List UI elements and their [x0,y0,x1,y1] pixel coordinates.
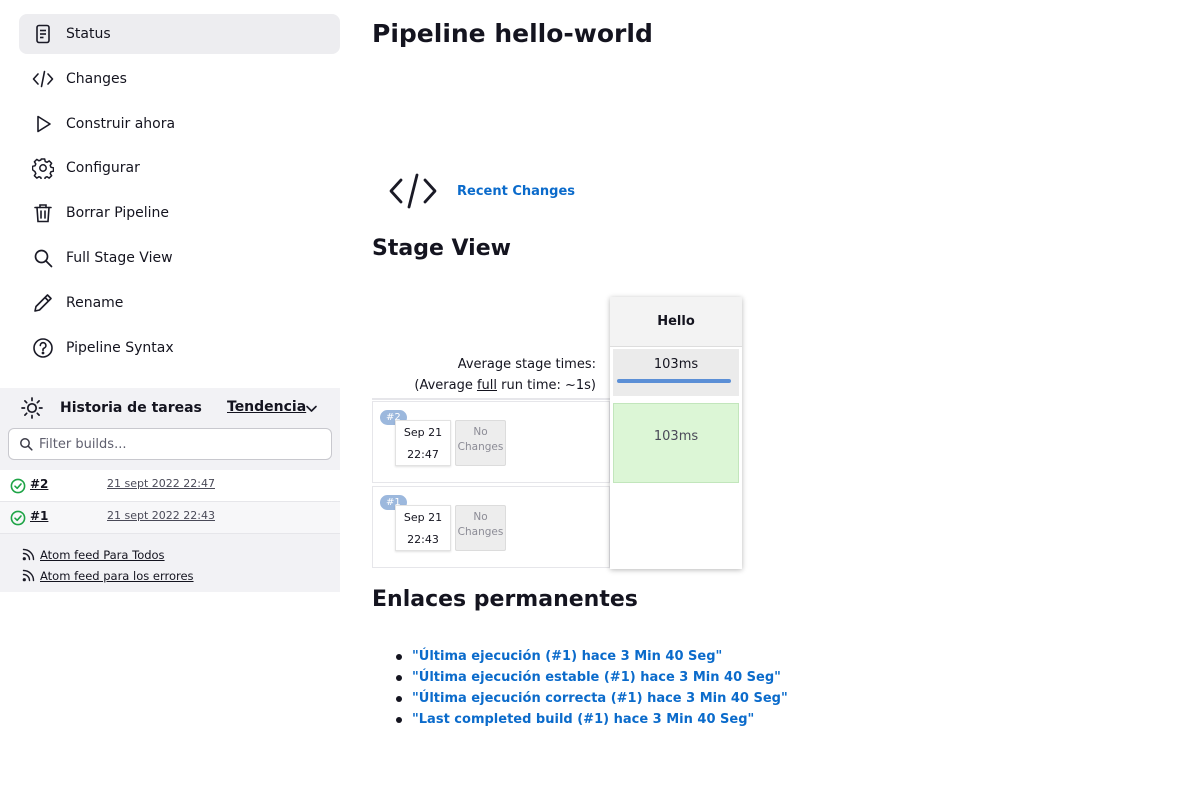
run-changes[interactable]: No Changes [455,505,506,551]
search-icon [32,247,54,269]
avg-full-prefix: (Average [414,378,477,393]
stage-average-time: 103ms [653,357,699,372]
build-history-title: Historia de tareas [60,400,202,416]
chevron-down-icon[interactable] [305,402,318,415]
build-date-link[interactable]: 21 sept 2022 22:43 [107,509,215,522]
feeds: Atom feed Para Todos Atom feed para los … [0,534,340,592]
list-item: "Última ejecución (#1) hace 3 Min 40 Seg… [396,646,788,667]
pencil-icon [32,292,54,314]
stage-header: Hello [610,297,742,347]
sidebar-item-label: Pipeline Syntax [66,339,174,356]
build-history-header: Historia de tareas Tendencia [0,388,340,428]
avg-full-suffix: run time: ~1s) [497,378,596,393]
permalink-last-build[interactable]: "Última ejecución (#1) hace 3 Min 40 Seg… [412,649,722,664]
run-changes-line2: Changes [457,441,504,453]
help-icon [32,337,54,359]
play-icon [32,113,54,135]
run-date-day: Sep 21 [403,426,443,439]
trash-icon [32,202,54,224]
build-date-link[interactable]: 21 sept 2022 22:47 [107,477,215,490]
sidebar-item-changes[interactable]: Changes [19,59,340,99]
run-changes-line1: No [473,426,488,438]
status-icon [32,23,54,45]
stage-cell-success[interactable]: 103ms [613,403,739,483]
rss-icon [22,569,35,582]
page-title: Pipeline hello-world [372,19,653,48]
permalinks-title: Enlaces permanentes [372,587,638,612]
run-changes-line1: No [473,511,488,523]
sidebar-item-full-stage-view[interactable]: Full Stage View [19,238,340,278]
filter-builds-box [8,428,332,460]
success-check-icon [10,510,26,526]
stage-view-title: Stage View [372,236,511,261]
recent-changes: Recent Changes [389,172,575,210]
run-date-time: 22:43 [407,533,439,546]
avg-full-word: full [476,378,498,393]
run-date-day: Sep 21 [403,511,443,524]
sidebar-nav: Status Changes Construir ahora Configura… [19,14,340,372]
avg-stage-times-label: Average stage times: [457,357,596,372]
code-icon [389,172,437,210]
sidebar-item-configure[interactable]: Configurar [19,148,340,188]
list-item: "Última ejecución estable (#1) hace 3 Mi… [396,667,788,688]
stage-column-hello: Hello 103ms 103ms [610,297,742,569]
build-row[interactable]: #2 21 sept 2022 22:47 [0,470,340,502]
run-changes-line2: Changes [457,526,504,538]
average-times-label: Average stage times: (Average full run t… [372,354,596,396]
run-row-2: #2 Sep 21 22:47 No Changes [372,401,610,483]
feed-failures: Atom feed para los errores [0,565,340,586]
recent-changes-link[interactable]: Recent Changes [457,184,575,199]
build-row[interactable]: #1 21 sept 2022 22:43 [0,502,340,534]
avg-full-run-label: (Average full run time: ~1s) [372,375,596,396]
permalinks-list: "Última ejecución (#1) hace 3 Min 40 Seg… [396,646,788,730]
sidebar-item-label: Status [66,26,111,42]
permalink-last-completed[interactable]: "Last completed build (#1) hace 3 Min 40… [412,712,754,727]
run-date: Sep 21 22:47 [395,420,451,466]
code-icon [32,68,54,90]
bullet [396,653,402,660]
feed-all: Atom feed Para Todos [0,544,340,565]
list-item: "Last completed build (#1) hace 3 Min 40… [396,709,788,730]
permalink-last-successful[interactable]: "Última ejecución correcta (#1) hace 3 M… [412,691,788,706]
search-icon [19,437,33,451]
run-changes[interactable]: No Changes [455,420,506,466]
atom-feed-failures-link[interactable]: Atom feed para los errores [40,569,194,583]
sidebar-item-label: Changes [66,70,127,87]
sidebar-item-label: Rename [66,294,124,311]
bullet [396,674,402,681]
build-number-link[interactable]: #1 [30,509,48,523]
sidebar-item-label: Configurar [66,160,140,177]
sidebar-item-label: Construir ahora [66,115,176,132]
sidebar-item-build-now[interactable]: Construir ahora [19,104,340,144]
sidebar-item-status[interactable]: Status [19,14,340,54]
sidebar-item-label: Borrar Pipeline [66,205,170,222]
atom-feed-all-link[interactable]: Atom feed Para Todos [40,548,165,562]
sidebar-item-rename[interactable]: Rename [19,283,340,323]
build-number-link[interactable]: #2 [30,477,48,491]
weather-sun-icon [21,397,43,419]
permalink-last-stable[interactable]: "Última ejecución estable (#1) hace 3 Mi… [412,670,781,685]
sidebar-item-delete-pipeline[interactable]: Borrar Pipeline [19,193,340,233]
run-row-1: #1 Sep 21 22:43 No Changes [372,486,610,568]
gear-icon [32,157,54,180]
bullet [396,695,402,702]
sidebar-item-label: Full Stage View [66,249,173,266]
list-item: "Última ejecución correcta (#1) hace 3 M… [396,688,788,709]
success-check-icon [10,478,26,494]
run-date-time: 22:47 [407,448,439,461]
stage-average-bar [617,379,731,383]
divider [372,398,610,400]
trend-link[interactable]: Tendencia [227,399,306,415]
filter-container [0,428,340,470]
stage-average: 103ms [613,349,739,396]
rss-icon [22,548,35,561]
build-history: Historia de tareas Tendencia #2 21 sept … [0,388,340,592]
run-date: Sep 21 22:43 [395,505,451,551]
bullet [396,716,402,723]
filter-builds-input[interactable] [39,436,319,452]
sidebar-item-pipeline-syntax[interactable]: Pipeline Syntax [19,328,340,368]
